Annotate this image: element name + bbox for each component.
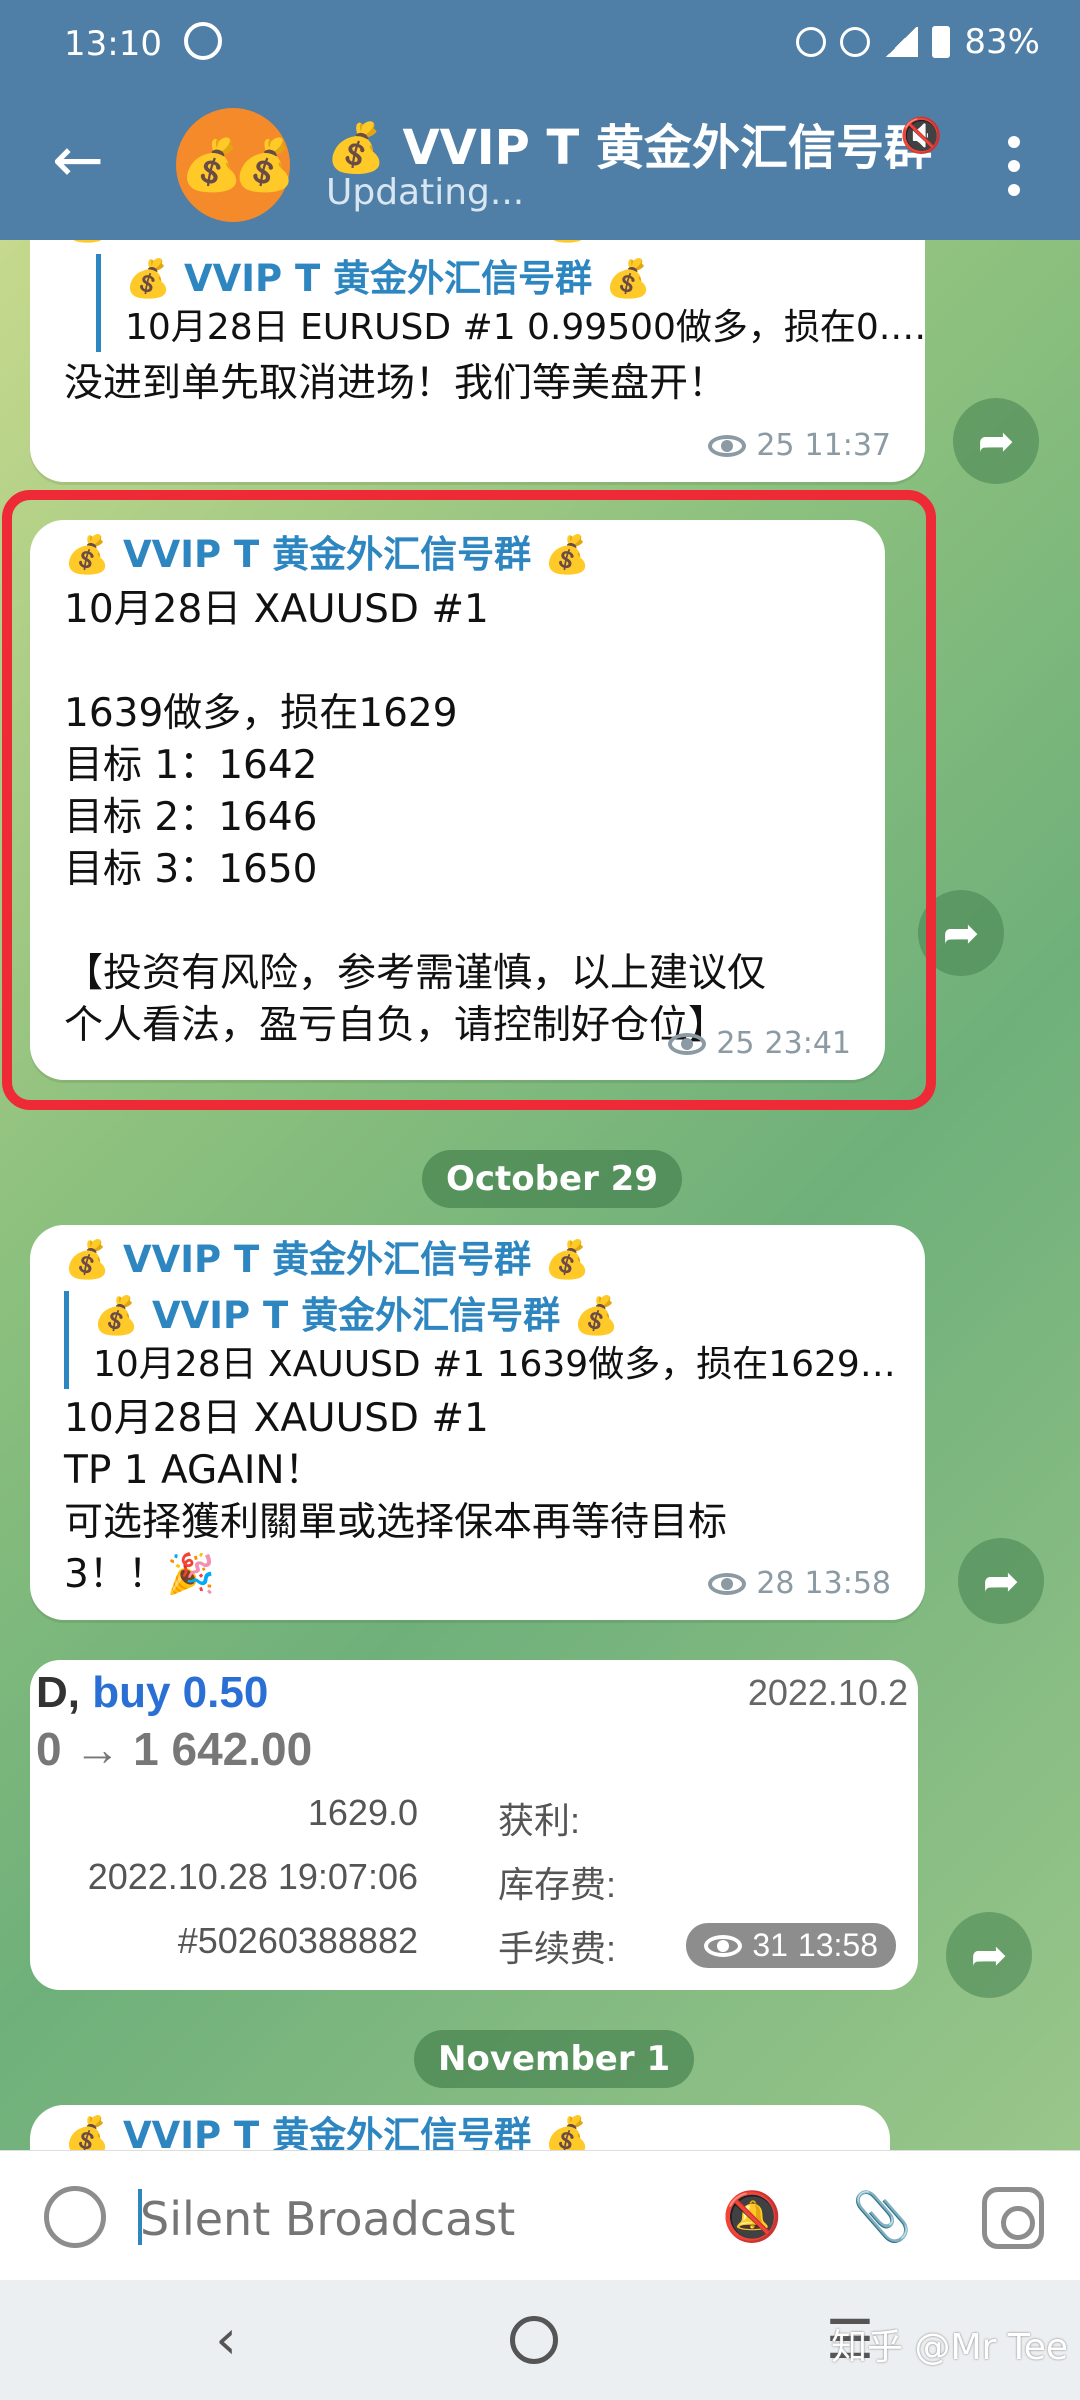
chat-title[interactable]: 💰 VVIP T 黄金外汇信号群	[326, 108, 936, 178]
camera-icon[interactable]	[982, 2187, 1044, 2249]
nav-home-icon[interactable]	[510, 2316, 558, 2364]
trade-row-label: 手续费:	[498, 1928, 617, 1969]
message-time: 13:58	[797, 1927, 878, 1963]
emoji-icon[interactable]	[44, 2186, 106, 2248]
views-eye-icon	[704, 1934, 743, 1957]
date-separator: November 1	[414, 2030, 695, 2088]
alarm-icon	[796, 27, 827, 57]
reply-quote[interactable]: 💰 VVIP T 黄金外汇信号群 💰 10月28日 XAUUSD #1 1639…	[64, 1291, 894, 1389]
trade-price: 0 → 1 642.00	[36, 1723, 313, 1775]
forward-icon[interactable]: ➦	[958, 1538, 1044, 1624]
message-line: 10月28日 XAUUSD #1	[64, 1396, 489, 1441]
avatar[interactable]: 💰💰	[176, 108, 295, 222]
chat-subtitle: Updating...	[326, 172, 525, 213]
message-sender: 💰 VVIP T 黄金外汇信号群 💰	[64, 2114, 591, 2150]
signal-icon	[884, 27, 919, 57]
quote-sender: 💰 VVIP T 黄金外汇信号群 💰	[125, 257, 652, 300]
message-bubble[interactable]: 💰 VVIP T 黄金外汇信号群 💰 💰 VVIP T 黄金外汇信号群 💰 10…	[30, 240, 926, 482]
message-meta: 28 13:58	[708, 1558, 891, 1610]
trade-screenshot-image[interactable]: D, buy 0.50 2022.10.2 0 → 1 642.00 1629.…	[30, 1660, 918, 1990]
trade-symbol-fragment: D,	[36, 1668, 80, 1717]
quote-text: 10月28日 XAUUSD #1 1639做多，损在1629…	[93, 1344, 894, 1385]
message-meta: 31 13:58	[686, 1923, 896, 1968]
nav-back-icon[interactable]: ‹	[196, 2310, 256, 2370]
trade-row-label: 获利:	[498, 1800, 581, 1841]
wifi-call-icon	[840, 27, 871, 57]
trade-row-value: #50260388882	[177, 1920, 418, 1961]
status-bar: 13:10 83%	[0, 0, 1080, 90]
chat-header: ← 💰💰 💰 VVIP T 黄金外汇信号群 🔇 Updating...	[0, 90, 1080, 240]
message-time: 11:37	[804, 428, 891, 463]
status-time: 13:10	[64, 24, 162, 64]
view-count: 28	[756, 1566, 795, 1601]
message-bubble[interactable]: 💰 VVIP T 黄金外汇信号群 💰	[30, 2105, 890, 2150]
message-bubble[interactable]: 💰 VVIP T 黄金外汇信号群 💰 💰 VVIP T 黄金外汇信号群 💰 10…	[30, 1225, 925, 1620]
message-sender: 💰 VVIP T 黄金外汇信号群 💰	[64, 1238, 591, 1281]
message-meta: 25 11:37	[708, 420, 891, 472]
quote-sender: 💰 VVIP T 黄金外汇信号群 💰	[93, 1294, 620, 1337]
silent-bell-icon[interactable]: 🔕	[722, 2187, 782, 2247]
message-line: 可选择獲利關單或选择保本再等待目标	[64, 1500, 728, 1545]
forward-icon[interactable]: ➦	[953, 398, 1039, 484]
attach-icon[interactable]: 📎	[852, 2187, 912, 2247]
battery-icon	[932, 26, 951, 58]
system-nav-bar: ‹ ☰ 知乎 @Mr Tee	[0, 2280, 1080, 2400]
more-menu-icon[interactable]	[996, 136, 1032, 196]
view-count: 31	[752, 1927, 788, 1963]
view-count: 25	[756, 428, 795, 463]
forward-icon[interactable]: ➦	[946, 1912, 1032, 1998]
trade-buy: buy 0.50	[92, 1668, 269, 1717]
trade-row-label: 库存费:	[498, 1864, 617, 1905]
whatsapp-icon	[184, 22, 222, 60]
message-line: TP 1 AGAIN！	[64, 1448, 324, 1493]
message-text: 没进到单先取消进场！我们等美盘开！	[64, 361, 728, 406]
status-icons: 83%	[796, 22, 1040, 62]
back-arrow-icon[interactable]: ←	[48, 129, 108, 191]
message-input[interactable]	[140, 2189, 680, 2249]
message-sender: 💰 VVIP T 黄金外汇信号群 💰	[64, 240, 899, 248]
trade-row-value: 1629.0	[307, 1792, 418, 1833]
views-eye-icon	[708, 1573, 747, 1595]
views-eye-icon	[708, 435, 747, 457]
reply-quote[interactable]: 💰 VVIP T 黄金外汇信号群 💰 10月28日 EURUSD #1 0.99…	[96, 254, 926, 352]
message-input-bar: 🔕 📎	[0, 2150, 1080, 2280]
chat-area[interactable]: 💰 VVIP T 黄金外汇信号群 💰 💰 VVIP T 黄金外汇信号群 💰 10…	[0, 240, 1080, 2150]
message-time: 13:58	[804, 1566, 891, 1601]
watermark: 知乎 @Mr Tee	[831, 2327, 1068, 2368]
quote-text: 10月28日 EURUSD #1 0.99500做多，损在0.…	[125, 307, 926, 348]
date-separator: October 29	[422, 1150, 682, 1208]
trade-row-value: 2022.10.28 19:07:06	[87, 1856, 418, 1897]
mute-icon: 🔇	[900, 116, 943, 156]
red-highlight-box	[2, 490, 936, 1110]
trade-type: D, buy 0.50	[36, 1668, 268, 1718]
trade-date: 2022.10.2	[747, 1672, 908, 1713]
battery-percent: 83%	[964, 22, 1040, 62]
